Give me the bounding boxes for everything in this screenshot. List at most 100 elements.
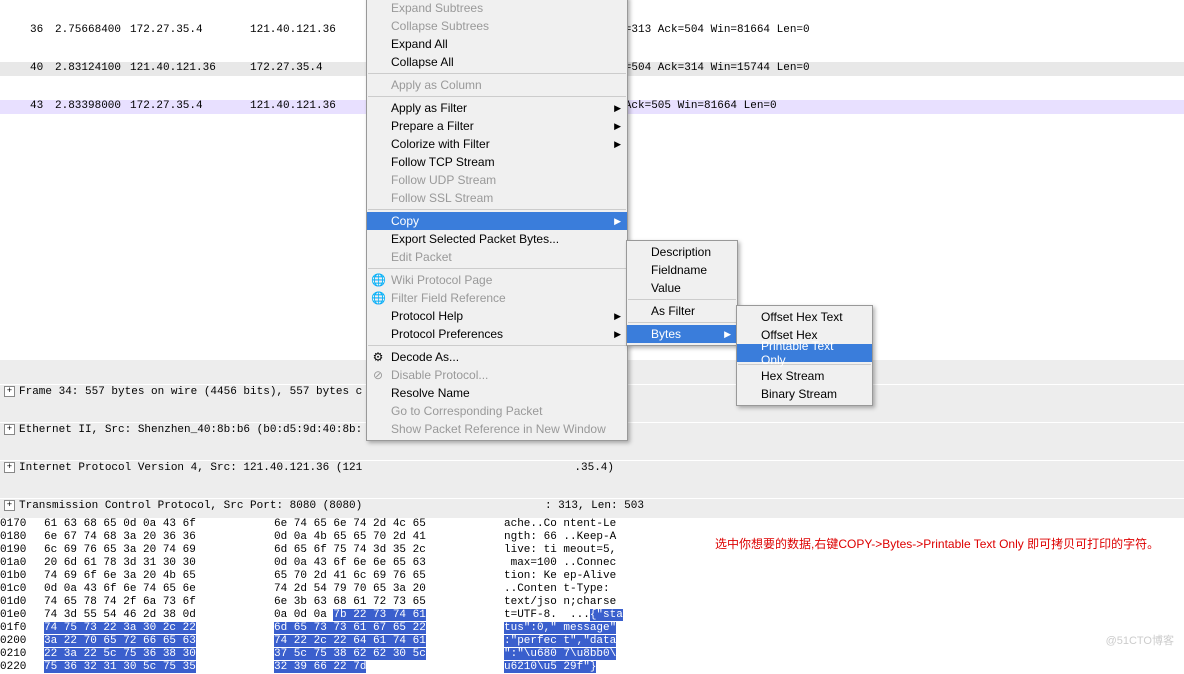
menu-fieldname[interactable]: Fieldname — [627, 261, 737, 279]
hex-bytes-2: 0d 0a 4b 65 65 70 2d 41 — [274, 531, 504, 544]
menu-follow-udp[interactable]: Follow UDP Stream — [367, 171, 627, 189]
bytes-submenu[interactable]: Offset Hex Text Offset Hex Printable Tex… — [736, 305, 873, 406]
hex-bytes-1: 0d 0a 43 6f 6e 74 65 6e — [44, 583, 274, 596]
menu-binary-stream[interactable]: Binary Stream — [737, 385, 872, 403]
hex-ascii: ..Conten t-Type: — [504, 583, 1184, 596]
hex-offset: 01c0 — [0, 583, 44, 596]
chevron-right-icon: ▶ — [614, 103, 621, 114]
hex-bytes-2: 65 70 2d 41 6c 69 76 65 — [274, 570, 504, 583]
hex-bytes-1: 74 69 6f 6e 3a 20 4b 65 — [44, 570, 274, 583]
menu-edit-packet[interactable]: Edit Packet — [367, 248, 627, 266]
hex-bytes-2: 74 22 2c 22 64 61 74 61 — [274, 635, 504, 648]
hex-offset: 0180 — [0, 531, 44, 544]
menu-separator — [628, 322, 736, 323]
menu-value[interactable]: Value — [627, 279, 737, 297]
hex-offset: 01f0 — [0, 622, 44, 635]
expand-icon[interactable]: + — [4, 424, 15, 435]
menu-colorize[interactable]: Colorize with Filter▶ — [367, 135, 627, 153]
menu-description[interactable]: Description — [627, 243, 737, 261]
annotation-note: 选中你想要的数据,右键COPY->Bytes->Printable Text O… — [715, 535, 1159, 552]
col-no: 43 — [30, 100, 55, 114]
context-menu[interactable]: Expand Subtrees Collapse Subtrees Expand… — [366, 0, 628, 441]
watermark: @51CTO博客 — [1106, 632, 1174, 648]
hex-bytes-1: 6c 69 76 65 3a 20 74 69 — [44, 544, 274, 557]
menu-wiki[interactable]: 🌐Wiki Protocol Page — [367, 271, 627, 289]
col-info: 14 Ack=505 Win=81664 Len=0 — [605, 100, 1184, 114]
menu-as-filter[interactable]: As Filter — [627, 302, 737, 320]
hex-bytes-2: 6d 65 6f 75 74 3d 35 2c — [274, 544, 504, 557]
hex-row[interactable]: 01e074 3d 55 54 46 2d 38 0d0a 0d 0a 7b 2… — [0, 609, 1184, 622]
menu-hex-stream[interactable]: Hex Stream — [737, 367, 872, 385]
hex-offset: 0170 — [0, 518, 44, 531]
hex-bytes-1: 6e 67 74 68 3a 20 36 36 — [44, 531, 274, 544]
menu-decode-as[interactable]: ⚙Decode As... — [367, 348, 627, 366]
tree-suffix: :4d:0c:84) — [548, 424, 1184, 436]
menu-follow-ssl[interactable]: Follow SSL Stream — [367, 189, 627, 207]
tree-label: Transmission Control Protocol, Src Port:… — [19, 500, 362, 512]
menu-apply-as-column[interactable]: Apply as Column — [367, 76, 627, 94]
expand-icon[interactable]: + — [4, 386, 15, 397]
hex-offset: 0190 — [0, 544, 44, 557]
hex-ascii: u6210\u5 29f"} — [504, 661, 1184, 674]
copy-submenu[interactable]: Description Fieldname Value As Filter By… — [626, 240, 738, 346]
tree-label: Ethernet II, Src: Shenzhen_40:8b:b6 (b0:… — [19, 424, 362, 436]
hex-offset: 01b0 — [0, 570, 44, 583]
menu-collapse-subtrees[interactable]: Collapse Subtrees — [367, 17, 627, 35]
hex-bytes-1: 74 65 78 74 2f 6a 73 6f — [44, 596, 274, 609]
col-info: Seq=504 Ack=314 Win=15744 Len=0 — [605, 62, 1184, 76]
menu-separator — [368, 96, 626, 97]
hex-row[interactable]: 01b074 69 6f 6e 3a 20 4b 6565 70 2d 41 6… — [0, 570, 1184, 583]
menu-separator — [368, 73, 626, 74]
hex-row[interactable]: 02003a 22 70 65 72 66 65 6374 22 2c 22 6… — [0, 635, 1184, 648]
gear-icon: ⚙ — [371, 350, 385, 364]
menu-proto-help[interactable]: Protocol Help▶ — [367, 307, 627, 325]
menu-bytes[interactable]: Bytes▶ — [627, 325, 737, 343]
tree-label: Frame 34: 557 bytes on wire (4456 bits),… — [19, 386, 362, 398]
chevron-right-icon: ▶ — [614, 216, 621, 227]
hex-bytes-2: 37 5c 75 38 62 62 30 5c — [274, 648, 504, 661]
hex-ascii: text/jso n;charse — [504, 596, 1184, 609]
menu-printable-text-only[interactable]: Printable Text Only — [737, 344, 872, 362]
tree-label: Internet Protocol Version 4, Src: 121.40… — [19, 462, 362, 474]
hex-ascii: t=UTF-8. ...{"sta — [504, 609, 1184, 622]
menu-separator — [368, 345, 626, 346]
hex-row[interactable]: 022075 36 32 31 30 5c 75 3532 39 66 22 7… — [0, 661, 1184, 674]
menu-export-bytes[interactable]: Export Selected Packet Bytes... — [367, 230, 627, 248]
col-time: 2.75668400 — [55, 24, 130, 38]
tree-row[interactable]: + Transmission Control Protocol, Src Port… — [0, 498, 1184, 512]
menu-offset-hex-text[interactable]: Offset Hex Text — [737, 308, 872, 326]
menu-apply-as-filter[interactable]: Apply as Filter▶ — [367, 99, 627, 117]
menu-filter-ref[interactable]: 🌐Filter Field Reference — [367, 289, 627, 307]
hex-bytes-1: 75 36 32 31 30 5c 75 35 — [44, 661, 274, 674]
hex-row[interactable]: 021022 3a 22 5c 75 36 38 3037 5c 75 38 6… — [0, 648, 1184, 661]
hex-bytes-2: 0a 0d 0a 7b 22 73 74 61 — [274, 609, 504, 622]
menu-copy[interactable]: Copy▶ — [367, 212, 627, 230]
hex-row[interactable]: 01d074 65 78 74 2f 6a 73 6f6e 3b 63 68 6… — [0, 596, 1184, 609]
menu-show-ref[interactable]: Show Packet Reference in New Window — [367, 420, 627, 438]
hex-row[interactable]: 01a020 6d 61 78 3d 31 30 300d 0a 43 6f 6… — [0, 557, 1184, 570]
menu-expand-all[interactable]: Expand All — [367, 35, 627, 53]
col-time: 2.83124100 — [55, 62, 130, 76]
menu-follow-tcp[interactable]: Follow TCP Stream — [367, 153, 627, 171]
disable-icon: ⊘ — [371, 368, 385, 382]
hex-offset: 01a0 — [0, 557, 44, 570]
hex-row[interactable]: 01f074 75 73 22 3a 30 2c 226d 65 73 73 6… — [0, 622, 1184, 635]
menu-collapse-all[interactable]: Collapse All — [367, 53, 627, 71]
menu-disable-proto[interactable]: ⊘Disable Protocol... — [367, 366, 627, 384]
menu-goto-packet[interactable]: Go to Corresponding Packet — [367, 402, 627, 420]
hex-offset: 0210 — [0, 648, 44, 661]
chevron-right-icon: ▶ — [614, 311, 621, 322]
hex-row[interactable]: 01c00d 0a 43 6f 6e 74 65 6e74 2d 54 79 7… — [0, 583, 1184, 596]
hex-bytes-2: 6e 3b 63 68 61 72 73 65 — [274, 596, 504, 609]
hex-row[interactable]: 017061 63 68 65 0d 0a 43 6f6e 74 65 6e 7… — [0, 518, 1184, 531]
menu-expand-subtrees[interactable]: Expand Subtrees — [367, 0, 627, 17]
chevron-right-icon: ▶ — [724, 329, 731, 340]
chevron-right-icon: ▶ — [614, 121, 621, 132]
expand-icon[interactable]: + — [4, 500, 15, 511]
menu-proto-prefs[interactable]: Protocol Preferences▶ — [367, 325, 627, 343]
expand-icon[interactable]: + — [4, 462, 15, 473]
tree-row[interactable]: + Internet Protocol Version 4, Src: 121.4… — [0, 460, 1184, 474]
menu-resolve-name[interactable]: Resolve Name — [367, 384, 627, 402]
menu-prepare-filter[interactable]: Prepare a Filter▶ — [367, 117, 627, 135]
chevron-right-icon: ▶ — [614, 139, 621, 150]
